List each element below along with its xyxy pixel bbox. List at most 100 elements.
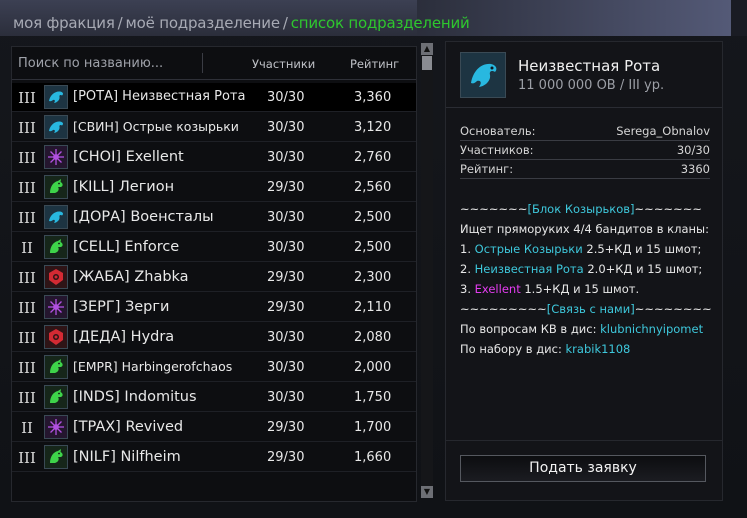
breadcrumb-unit-list[interactable]: список подразделений <box>291 14 470 32</box>
desc-text: По набору в дис: <box>460 342 566 356</box>
unit-name: [CHOI] Exellent <box>73 149 184 165</box>
unit-members: 30/30 <box>267 120 305 135</box>
unit-members: 29/30 <box>267 270 305 285</box>
unit-rating: 3,360 <box>354 90 392 105</box>
unit-rating: 3,120 <box>354 120 392 135</box>
members-row: Участников: 30/30 <box>460 143 710 157</box>
unit-rating: 2,110 <box>354 300 392 315</box>
desc-highlight: Неизвестная Рота <box>474 262 584 276</box>
founder-value: Serega_Obnalov <box>616 124 710 138</box>
desc-highlight: Острые Козырьки <box>474 242 583 256</box>
divider <box>460 140 710 141</box>
desc-text: 1. <box>460 242 475 256</box>
unit-members: 29/30 <box>267 300 305 315</box>
unit-rating: 2,500 <box>354 240 392 255</box>
unit-row[interactable]: III [ДЕДА] Hydra 30/30 2,080 <box>12 323 416 352</box>
desc-text: 3. <box>460 282 475 296</box>
rank-icon: III <box>18 89 36 107</box>
unit-rows: III [РОТА] Неизвестная Рота 30/30 3,360 III [… <box>12 83 416 501</box>
column-header-rating[interactable]: Рейтинг <box>350 57 399 71</box>
unit-members: 30/30 <box>267 90 305 105</box>
breadcrumb-my-unit[interactable]: моё подразделение <box>126 14 281 32</box>
description-line: Ищет пряморуких 4/4 бандитов в кланы: <box>460 222 709 236</box>
unit-row[interactable]: III [EMPR] Harbingerofchaos 30/30 2,000 <box>12 353 416 382</box>
desc-highlight: klubnichnyipomet <box>600 322 704 336</box>
members-label: Участников: <box>460 143 534 157</box>
rank-icon: III <box>18 209 36 227</box>
rank-icon: III <box>18 299 36 317</box>
dragon-icon <box>44 385 68 409</box>
dragon-icon <box>44 445 68 469</box>
flower-icon <box>44 295 68 319</box>
description-line: По вопросам КВ в дис: klubnichnyipomet <box>460 322 703 336</box>
rank-icon: III <box>18 269 36 287</box>
unit-members: 29/30 <box>267 450 305 465</box>
unit-members: 29/30 <box>267 420 305 435</box>
unit-row[interactable]: III [ДОРА] Военсталы 30/30 2,500 <box>12 203 416 232</box>
rank-icon: III <box>18 449 36 467</box>
flower-icon <box>44 415 68 439</box>
desc-text: ~~~~~~~ <box>460 202 528 216</box>
unit-members: 30/30 <box>267 240 305 255</box>
list-scrollbar[interactable]: ▲ ▼ <box>421 43 433 498</box>
divider <box>460 178 710 179</box>
unit-name: [EMPR] Harbingerofchaos <box>73 359 233 374</box>
detail-header: Неизвестная Рота 11 000 000 ОВ / III ур. <box>446 42 722 108</box>
unit-rating: 1,700 <box>354 420 392 435</box>
unit-members: 29/30 <box>267 180 305 195</box>
desc-text: ~~~~~~~~ <box>634 302 712 316</box>
unit-row[interactable]: III [ЖАБА] Zhabka 29/30 2,300 <box>12 263 416 292</box>
unit-row[interactable]: III [INDS] Indomitus 30/30 1,750 <box>12 383 416 412</box>
eagle-icon <box>460 52 506 98</box>
unit-name: [СВИН] Острые козырьки <box>73 119 239 134</box>
desc-highlight: Exellent <box>474 282 521 296</box>
column-header-members[interactable]: Участники <box>252 57 315 71</box>
desc-highlight: krabik1108 <box>565 342 631 356</box>
scroll-thumb[interactable] <box>422 56 432 70</box>
unit-row[interactable]: III [KILL] Легион 29/30 2,560 <box>12 173 416 202</box>
unit-row[interactable]: III [СВИН] Острые козырьки 30/30 3,120 <box>12 113 416 142</box>
divider <box>460 159 710 160</box>
rank-icon: III <box>18 149 36 167</box>
dragon-icon <box>44 355 68 379</box>
unit-rating: 2,560 <box>354 180 392 195</box>
unit-detail-panel: Неизвестная Рота 11 000 000 ОВ / III ур.… <box>445 41 723 501</box>
scroll-down-icon[interactable]: ▼ <box>421 486 433 498</box>
unit-rating: 2,500 <box>354 210 392 225</box>
rank-icon: III <box>18 179 36 197</box>
unit-name: [CELL] Enforce <box>73 239 180 255</box>
desc-text: 2.0+КД и 15 шмот; <box>583 262 703 276</box>
description-line: 2. Неизвестная Рота 2.0+КД и 15 шмот; <box>460 262 702 276</box>
breadcrumb: моя фракция / моё подразделение / список под… <box>13 14 470 32</box>
eagle-icon <box>44 85 68 109</box>
unit-row[interactable]: III [ЗЕРГ] Зерги 29/30 2,110 <box>12 293 416 322</box>
dragon-icon <box>44 235 68 259</box>
unit-row[interactable]: II [CELL] Enforce 30/30 2,500 <box>12 233 416 262</box>
unit-rating: 1,660 <box>354 450 392 465</box>
unit-members: 30/30 <box>267 330 305 345</box>
unit-row[interactable]: III [NILF] Nilfheim 29/30 1,660 <box>12 443 416 472</box>
unit-rating: 2,300 <box>354 270 392 285</box>
unit-row[interactable]: III [РОТА] Неизвестная Рота 30/30 3,360 <box>12 83 416 112</box>
rank-icon: III <box>18 389 36 407</box>
search-input[interactable] <box>18 53 203 73</box>
unit-row[interactable]: II [TPAX] Revived 29/30 1,700 <box>12 413 416 442</box>
breadcrumb-my-faction[interactable]: моя фракция <box>13 14 115 32</box>
breadcrumb-separator: / <box>117 14 123 32</box>
scroll-up-icon[interactable]: ▲ <box>421 43 433 55</box>
rating-value: 3360 <box>680 162 710 176</box>
description-line: 1. Острые Козырьки 2.5+КД и 15 шмот; <box>460 242 701 256</box>
unit-name: [TPAX] Revived <box>73 419 184 435</box>
breadcrumb-separator: / <box>282 14 288 32</box>
unit-members: 30/30 <box>267 390 305 405</box>
founder-row: Основатель: Serega_Obnalov <box>460 124 710 138</box>
flower-icon <box>44 145 68 169</box>
rating-row: Рейтинг: 3360 <box>460 162 710 176</box>
unit-row[interactable]: III [CHOI] Exellent 30/30 2,760 <box>12 143 416 172</box>
rating-label: Рейтинг: <box>460 162 514 176</box>
unit-name: [ЖАБА] Zhabka <box>73 269 189 285</box>
window-corner <box>731 0 747 36</box>
desc-text: По вопросам КВ в дис: <box>460 322 601 336</box>
apply-button[interactable]: Подать заявку <box>460 455 706 482</box>
rank-icon: III <box>18 359 36 377</box>
